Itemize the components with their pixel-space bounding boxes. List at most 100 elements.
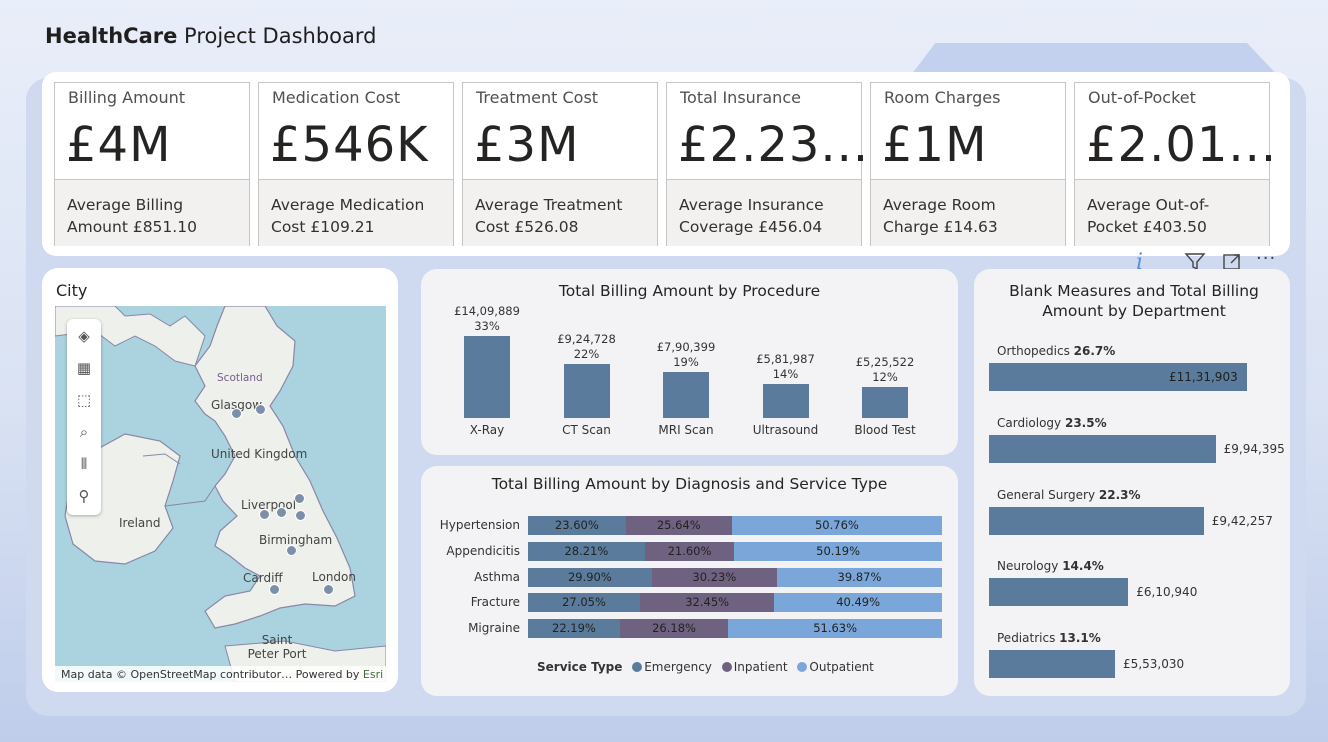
chart-icon[interactable]: ⫴ — [75, 455, 93, 473]
procedure-bar[interactable] — [762, 384, 809, 418]
diagnosis-segment-outpatient[interactable]: 51.63% — [728, 619, 942, 639]
procedure-bar[interactable] — [464, 336, 510, 418]
department-label: Cardiology 23.5% — [997, 415, 1107, 430]
kpi-card[interactable]: Out-of-Pocket £2.01... Average Out-of-Pock… — [1074, 82, 1276, 246]
procedure-bar[interactable] — [862, 387, 908, 418]
person-icon[interactable]: ⚲ — [75, 487, 93, 505]
map-label-london: London — [312, 570, 356, 584]
department-chart-title: Blank Measures and Total Billing Amount … — [1009, 282, 1259, 320]
map-point[interactable] — [294, 493, 305, 504]
procedure-category-label: CT Scan — [562, 423, 611, 437]
map-point[interactable] — [259, 509, 270, 520]
kpi-footer: Average Out-of-Pocket £403.50 — [1075, 179, 1269, 246]
diagnosis-segment-emergency[interactable]: 27.05% — [528, 593, 640, 613]
department-label: Orthopedics 26.7% — [997, 344, 1116, 358]
kpi-label: Total Insurance — [680, 88, 801, 107]
department-value-label: £5,53,030 — [1123, 657, 1185, 672]
department-value-label: £9,42,257 — [1211, 513, 1273, 528]
diagnosis-segment-emergency[interactable]: 23.60% — [528, 516, 626, 535]
procedure-bar[interactable] — [663, 372, 709, 418]
diagnosis-segment-inpatient[interactable]: 32.45% — [639, 593, 775, 613]
kpi-card[interactable]: Room Charges £1M Average Room Charge £14.6… — [870, 82, 1066, 246]
procedure-category-label: X-Ray — [469, 423, 505, 437]
page-title: HealthCare Project Dashboard — [45, 24, 377, 48]
kpi-footer: Average Room Charge £14.63 — [871, 179, 1065, 246]
service-type-legend: Service Type Emergency Inpatient Outpati… — [537, 660, 874, 674]
kpi-value: £4M — [66, 117, 172, 173]
map-label-ireland: Ireland — [119, 516, 161, 530]
legend-swatch-outpatient — [797, 662, 808, 672]
diagnosis-segment-emergency[interactable]: 29.90% — [528, 567, 652, 587]
department-label: Pediatrics 13.1% — [997, 631, 1101, 646]
department-bar[interactable] — [989, 506, 1204, 535]
select-icon[interactable]: ⬚ — [75, 391, 93, 409]
procedure-bar[interactable] — [563, 364, 610, 418]
map-attribution: Map data © OpenStreetMap contributor… Po… — [55, 666, 386, 682]
qr-icon[interactable]: ▦ — [75, 359, 93, 377]
diagnosis-chart-title: Total Billing Amount by Diagnosis and Se… — [491, 475, 888, 493]
procedure-data-label: £7,90,399 19% — [656, 340, 716, 370]
diagnosis-segment-inpatient[interactable]: 30.23% — [651, 567, 777, 587]
diagnosis-category-label: Asthma — [474, 569, 520, 584]
map-label-scotland: Scotland — [217, 372, 263, 384]
department-value-label: £6,10,940 — [1136, 585, 1198, 600]
diagnosis-segment-emergency[interactable]: 22.19% — [528, 619, 620, 639]
procedure-data-label: £9,24,728 22% — [557, 332, 616, 362]
legend-swatch-inpatient — [721, 662, 732, 672]
kpi-value: £2.01... — [1086, 117, 1278, 173]
kpi-footer: Average Insurance Coverage £456.04 — [667, 179, 861, 246]
map-point[interactable] — [323, 584, 334, 595]
map-point[interactable] — [255, 404, 266, 415]
diagnosis-category-label: Appendicitis — [446, 543, 520, 558]
map-title: City — [56, 281, 88, 300]
kpi-footer: Average Medication Cost £109.21 — [259, 179, 453, 246]
kpi-label: Out-of-Pocket — [1088, 88, 1196, 107]
kpi-card[interactable]: Billing Amount £4M Average Billing Amount … — [54, 82, 250, 246]
department-bar[interactable] — [989, 650, 1116, 679]
city-map[interactable]: ◈ ▦ ⬚ ⌕ ⫴ ⚲ Scotland Glasgow United King… — [55, 306, 386, 682]
diagnosis-segment-outpatient[interactable]: 50.19% — [734, 541, 942, 561]
diagnosis-segment-inpatient[interactable]: 26.18% — [619, 619, 729, 639]
kpi-value: £546K — [270, 117, 429, 173]
kpi-footer: Average Billing Amount £851.10 — [55, 179, 249, 246]
diagnosis-segment-outpatient[interactable]: 50.76% — [731, 516, 942, 535]
map-point[interactable] — [231, 408, 242, 419]
kpi-value: £1M — [882, 117, 988, 173]
department-label: Neurology 14.4% — [997, 559, 1104, 574]
procedure-data-label: £5,81,987 14% — [756, 352, 815, 382]
diagnosis-segment-inpatient[interactable]: 25.64% — [625, 516, 732, 535]
procedure-chart-panel[interactable]: Total Billing Amount by Procedure £14,09… — [421, 269, 958, 455]
map-point[interactable] — [276, 507, 287, 518]
map-label-uk: United Kingdom — [211, 447, 308, 461]
kpi-card[interactable]: Total Insurance £2.23... Average Insurance… — [666, 82, 868, 246]
diagnosis-segment-inpatient[interactable]: 21.60% — [644, 541, 735, 561]
map-label-cardiff: Cardiff — [243, 571, 283, 585]
map-label-saint-peter-port: Saint Peter Port — [247, 633, 307, 661]
search-icon[interactable]: ⌕ — [75, 423, 93, 441]
department-bar[interactable] — [989, 578, 1129, 607]
map-label-birmingham: Birmingham — [259, 533, 333, 547]
procedure-data-label: £14,09,889 33% — [454, 304, 520, 333]
procedure-category-label: MRI Scan — [658, 423, 714, 437]
map-point[interactable] — [269, 584, 280, 595]
diagnosis-category-label: Hypertension — [439, 518, 520, 532]
diagnosis-segment-emergency[interactable]: 28.21% — [528, 541, 645, 561]
layers-icon[interactable]: ◈ — [75, 327, 93, 345]
department-value-label: £11,31,903 — [1169, 370, 1238, 384]
kpi-label: Room Charges — [884, 88, 1001, 107]
diagnosis-segment-outpatient[interactable]: 39.87% — [776, 567, 942, 587]
department-value-label: £9,94,395 — [1223, 441, 1285, 456]
more-options-icon[interactable]: ··· — [1256, 248, 1276, 269]
map-toolbar: ◈ ▦ ⬚ ⌕ ⫴ ⚲ — [67, 319, 101, 515]
procedure-category-label: Blood Test — [854, 423, 916, 437]
map-point[interactable] — [295, 510, 306, 521]
kpi-value: £3M — [474, 117, 580, 173]
map-point[interactable] — [286, 545, 297, 556]
kpi-card[interactable]: Treatment Cost £3M Average Treatment Cost … — [462, 82, 658, 246]
diagnosis-segment-outpatient[interactable]: 40.49% — [774, 593, 942, 613]
legend-swatch-emergency — [632, 662, 643, 672]
department-chart-panel[interactable]: Blank Measures and Total Billing Amount … — [974, 269, 1290, 696]
diagnosis-chart-panel[interactable]: Total Billing Amount by Diagnosis and Se… — [421, 466, 958, 696]
kpi-card[interactable]: Medication Cost £546K Average Medication C… — [258, 82, 454, 246]
department-bar[interactable] — [989, 434, 1216, 463]
